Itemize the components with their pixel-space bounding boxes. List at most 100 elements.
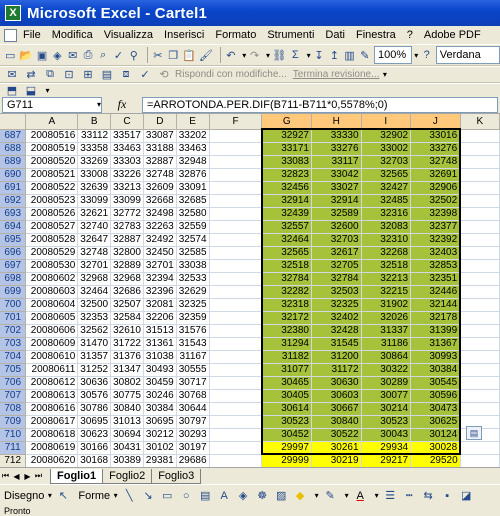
picture-icon[interactable]: ▨ <box>273 488 289 504</box>
menu-adobe-pdf[interactable]: Adobe PDF <box>424 29 481 41</box>
row-header[interactable]: 699 <box>0 285 27 299</box>
cell-d[interactable]: 32748 <box>143 168 177 182</box>
cell-j[interactable]: 32502 <box>410 194 462 208</box>
name-box-dropdown-icon[interactable]: ▾ <box>97 100 101 109</box>
cell-i[interactable]: 30289 <box>361 376 412 390</box>
cell-i[interactable]: 30864 <box>361 350 412 364</box>
cell-e[interactable]: 31167 <box>176 350 210 364</box>
cell-c[interactable]: 32686 <box>110 285 144 299</box>
row-header[interactable]: 710 <box>0 428 27 442</box>
row-header[interactable]: 702 <box>0 324 27 338</box>
cell-a[interactable]: 20080606 <box>25 324 79 338</box>
disegno-menu[interactable]: Disegno <box>4 490 44 502</box>
cell-k[interactable] <box>460 337 500 351</box>
row-header[interactable]: 697 <box>0 259 27 273</box>
menu-help[interactable]: ? <box>407 29 413 41</box>
cell-c[interactable]: 33226 <box>110 168 144 182</box>
row-header[interactable]: 687 <box>0 129 27 143</box>
cell-k[interactable] <box>460 376 500 390</box>
cell-h[interactable]: 32428 <box>311 324 362 338</box>
cell-e[interactable]: 33091 <box>176 181 210 195</box>
cell-h[interactable]: 30603 <box>311 389 362 403</box>
reply-changes-link[interactable]: Rispondi con modifiche... <box>175 69 287 80</box>
cell-a[interactable]: 20080520 <box>25 155 79 169</box>
cell-e[interactable]: 30293 <box>176 428 210 442</box>
row-header[interactable]: 706 <box>0 376 27 390</box>
cell-i[interactable]: 30043 <box>361 428 412 442</box>
cell-f[interactable] <box>209 324 263 338</box>
cell-d[interactable]: 30459 <box>143 376 177 390</box>
cell-a[interactable]: 20080610 <box>25 350 79 364</box>
cell-b[interactable]: 32353 <box>77 311 112 325</box>
cell-b[interactable]: 32740 <box>77 220 112 234</box>
cell-f[interactable] <box>209 402 263 416</box>
cell-h[interactable]: 32589 <box>311 207 362 221</box>
cell-j[interactable]: 30545 <box>410 376 462 390</box>
cell-k[interactable] <box>460 311 500 325</box>
cell-b[interactable]: 30695 <box>77 415 112 429</box>
cell-b[interactable]: 31470 <box>77 337 112 351</box>
cell-d[interactable]: 30212 <box>143 428 177 442</box>
cell-i[interactable]: 32902 <box>361 128 412 143</box>
cell-g[interactable]: 31182 <box>260 350 312 364</box>
cell-e[interactable]: 30797 <box>176 415 210 429</box>
redo-icon[interactable]: ↷ <box>248 47 260 63</box>
cell-a[interactable]: 20080611 <box>25 363 79 377</box>
cell-b[interactable]: 33099 <box>77 194 112 208</box>
cell-f[interactable] <box>209 311 263 325</box>
cell-h[interactable]: 32600 <box>311 220 362 234</box>
cell-j[interactable]: 32691 <box>410 168 462 182</box>
cell-h[interactable]: 32784 <box>311 272 362 286</box>
cell-g[interactable]: 32380 <box>260 324 312 338</box>
cell-c[interactable]: 30802 <box>110 376 144 390</box>
cell-j[interactable]: 32853 <box>410 259 462 273</box>
cell-g[interactable]: 29999 <box>261 454 312 467</box>
cell-d[interactable]: 32206 <box>143 311 177 325</box>
cell-a[interactable]: 20080617 <box>25 415 79 429</box>
column-header-h[interactable]: H <box>311 114 362 130</box>
cell-c[interactable]: 32889 <box>110 259 144 273</box>
row-header[interactable]: 698 <box>0 272 27 286</box>
cell-c[interactable]: 32610 <box>110 324 144 338</box>
cell-k[interactable] <box>460 441 500 455</box>
sheet-tab-foglio2[interactable]: Foglio2 <box>102 468 153 484</box>
cell-d[interactable]: 32081 <box>143 298 177 312</box>
cell-a[interactable]: 20080521 <box>25 168 79 182</box>
cell-e[interactable]: 29686 <box>176 454 210 467</box>
cell-e[interactable]: 30197 <box>176 441 210 455</box>
cell-e[interactable]: 32580 <box>176 207 210 221</box>
cell-i[interactable]: 32485 <box>361 194 412 208</box>
cell-h[interactable]: 32617 <box>311 246 362 260</box>
cell-b[interactable]: 33008 <box>77 168 112 182</box>
menu-finestra[interactable]: Finestra <box>356 29 396 41</box>
cell-c[interactable]: 30389 <box>110 454 144 467</box>
select-objects-icon[interactable]: ↖ <box>55 488 71 504</box>
cell-b[interactable]: 32968 <box>77 272 112 286</box>
cell-c[interactable]: 32800 <box>110 246 144 260</box>
cell-g[interactable]: 31077 <box>260 363 312 377</box>
cell-b[interactable]: 30168 <box>77 454 112 467</box>
cell-i[interactable]: 32215 <box>361 285 412 299</box>
cell-h[interactable]: 31545 <box>311 337 362 351</box>
cell-b[interactable]: 30166 <box>77 441 112 455</box>
cell-a[interactable]: 20080528 <box>25 233 79 247</box>
cell-j[interactable]: 32403 <box>410 246 462 260</box>
cell-d[interactable]: 30695 <box>143 415 177 429</box>
last-sheet-icon[interactable]: ⏭ <box>33 471 44 481</box>
spelling-icon[interactable]: ✓ <box>112 47 124 63</box>
cell-k[interactable] <box>460 350 500 364</box>
cell-b[interactable]: 32621 <box>77 207 112 221</box>
cell-b[interactable]: 31357 <box>77 350 112 364</box>
cell-f[interactable] <box>209 246 263 260</box>
cell-i[interactable]: 31902 <box>361 298 412 312</box>
cell-d[interactable]: 31361 <box>143 337 177 351</box>
cell-g[interactable]: 32464 <box>260 233 312 247</box>
cell-a[interactable]: 20080609 <box>25 337 79 351</box>
cell-b[interactable]: 32647 <box>77 233 112 247</box>
column-header-k[interactable]: K <box>460 114 500 130</box>
cell-k[interactable] <box>460 272 500 286</box>
cell-g[interactable]: 32557 <box>260 220 312 234</box>
font-color-dropdown-icon[interactable]: ▾ <box>371 488 382 504</box>
cell-g[interactable]: 32565 <box>260 246 312 260</box>
row-header[interactable]: 690 <box>0 168 27 182</box>
